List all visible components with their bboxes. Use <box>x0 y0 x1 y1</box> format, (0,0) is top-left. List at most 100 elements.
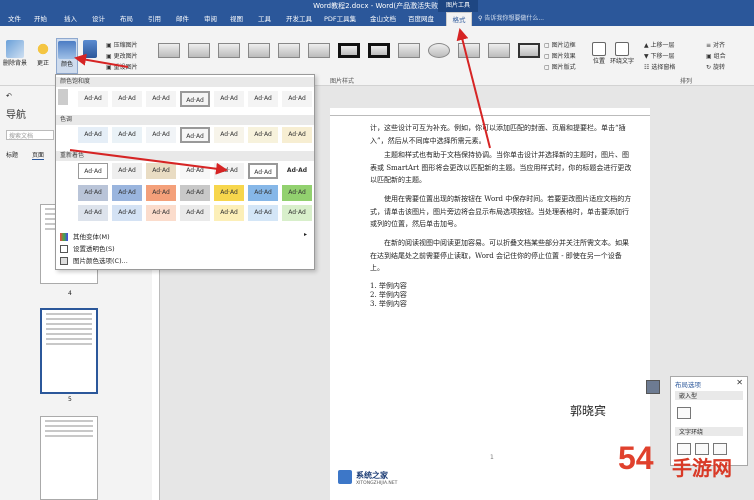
remove-background-button[interactable]: 删除背景 <box>2 40 28 67</box>
tone-5900k[interactable]: Ad·Ad <box>146 127 176 143</box>
horizontal-ruler[interactable] <box>330 108 650 116</box>
picture-style-9[interactable] <box>398 43 420 58</box>
recolor-bw-50[interactable]: Ad·Ad <box>248 163 278 179</box>
tab-mailings[interactable]: 邮件 <box>176 12 189 26</box>
corrections-button[interactable]: 更正 <box>32 40 54 67</box>
recolor-dark-1[interactable]: Ad·Ad <box>78 185 108 201</box>
saturation-66[interactable]: Ad·Ad <box>146 91 176 107</box>
recolor-dark-5[interactable]: Ad·Ad <box>214 185 244 201</box>
picture-style-2[interactable] <box>188 43 210 58</box>
picture-border-button[interactable]: ▢ 图片边框 <box>544 40 576 49</box>
tab-design[interactable]: 设计 <box>92 12 105 26</box>
close-icon[interactable]: ✕ <box>736 378 743 387</box>
recolor-grayscale[interactable]: Ad·Ad <box>112 163 142 179</box>
more-variations-item[interactable]: 其他变体(M) <box>60 231 110 241</box>
picture-style-3[interactable] <box>218 43 240 58</box>
recolor-none[interactable]: Ad·Ad <box>78 163 108 179</box>
saturation-33[interactable]: Ad·Ad <box>112 91 142 107</box>
change-picture-button[interactable]: ▣ 更改图片 <box>106 51 138 60</box>
saturation-200[interactable]: Ad·Ad <box>248 91 278 107</box>
picture-style-8[interactable] <box>368 43 390 58</box>
recolor-dark-2[interactable]: Ad·Ad <box>112 185 142 201</box>
recolor-dark-7[interactable]: Ad·Ad <box>282 185 312 201</box>
picture-layout-button[interactable]: ▢ 图片版式 <box>544 62 576 71</box>
recolor-light-4[interactable]: Ad·Ad <box>180 205 210 221</box>
tab-tools[interactable]: 工具 <box>258 12 271 26</box>
signature-image[interactable]: 郭晓宾 <box>570 402 606 419</box>
picture-style-5[interactable] <box>278 43 300 58</box>
inline-option[interactable] <box>677 407 691 419</box>
tab-references[interactable]: 引用 <box>148 12 161 26</box>
recolor-light-6[interactable]: Ad·Ad <box>248 205 278 221</box>
tone-8800k[interactable]: Ad·Ad <box>248 127 278 143</box>
picture-style-13[interactable] <box>518 43 540 58</box>
picture-style-11[interactable] <box>458 43 480 58</box>
picture-effects-button[interactable]: ▢ 图片效果 <box>544 51 576 60</box>
align-button[interactable]: ≡ 对齐 <box>706 40 725 49</box>
nav-tab-headings[interactable]: 标题 <box>6 150 18 159</box>
saturation-0[interactable]: Ad·Ad <box>78 91 108 107</box>
picture-style-12[interactable] <box>488 43 510 58</box>
picture-color-options-item[interactable]: 图片颜色选项(C)... <box>60 255 128 265</box>
nav-tab-pages[interactable]: 页面 <box>32 150 45 160</box>
tab-insert[interactable]: 插入 <box>64 12 77 26</box>
group-button[interactable]: ▣ 组合 <box>706 51 726 60</box>
page-thumbnail-5[interactable] <box>40 308 98 394</box>
tab-file[interactable]: 文件 <box>8 12 21 26</box>
wrap-text-button[interactable]: 环绕文字 <box>610 42 634 65</box>
recolor-dark-4[interactable]: Ad·Ad <box>180 185 210 201</box>
tone-11200k[interactable]: Ad·Ad <box>282 127 312 143</box>
position-button[interactable]: 位置 <box>590 42 608 65</box>
send-backward-button[interactable]: ▼ 下移一层 <box>644 51 675 60</box>
picture-style-10[interactable] <box>428 43 450 58</box>
saturation-100[interactable]: Ad·Ad <box>180 91 210 107</box>
vertical-ruler[interactable] <box>152 270 160 500</box>
nav-search-input[interactable]: 搜索文档 <box>6 130 54 140</box>
recolor-dark-3[interactable]: Ad·Ad <box>146 185 176 201</box>
picture-style-6[interactable] <box>308 43 330 58</box>
picture-style-7[interactable] <box>338 43 360 58</box>
recolor-light-5[interactable]: Ad·Ad <box>214 205 244 221</box>
tone-7200k[interactable]: Ad·Ad <box>214 127 244 143</box>
tab-kdocs[interactable]: 金山文档 <box>370 12 396 26</box>
reset-picture-button[interactable]: ▣ 重设图片 <box>106 62 138 71</box>
tab-view[interactable]: 视图 <box>230 12 243 26</box>
tab-pdf[interactable]: PDF工具集 <box>324 12 356 26</box>
recolor-light-1[interactable]: Ad·Ad <box>78 205 108 221</box>
saturation-300[interactable]: Ad·Ad <box>282 91 312 107</box>
picture-style-4[interactable] <box>248 43 270 58</box>
send-backward-icon: ▼ <box>644 53 649 60</box>
recolor-sepia[interactable]: Ad·Ad <box>146 163 176 179</box>
tell-me-search[interactable]: ⚲ 告诉我你想要做什么... <box>478 14 568 24</box>
recolor-washout[interactable]: Ad·Ad <box>180 163 210 179</box>
layout-options-button[interactable] <box>646 380 660 394</box>
page-thumbnail-6[interactable] <box>40 416 98 500</box>
tab-developer[interactable]: 开发工具 <box>286 12 312 26</box>
tab-review[interactable]: 审阅 <box>204 12 217 26</box>
selection-pane-button[interactable]: ☷ 选择窗格 <box>644 62 675 71</box>
set-transparent-color-item[interactable]: 设置透明色(S) <box>60 243 115 253</box>
tab-layout[interactable]: 布局 <box>120 12 133 26</box>
compress-pictures-button[interactable]: ▣ 压缩图片 <box>106 40 138 49</box>
bring-forward-button[interactable]: ▲ 上移一层 <box>644 40 675 49</box>
picture-style-1[interactable] <box>158 43 180 58</box>
recolor-bw-25[interactable]: Ad·Ad <box>214 163 244 179</box>
tone-4700k[interactable]: Ad·Ad <box>78 127 108 143</box>
artistic-effects-button[interactable] <box>82 40 98 58</box>
tone-5300k[interactable]: Ad·Ad <box>112 127 142 143</box>
change-picture-label: 更改图片 <box>113 53 138 60</box>
recolor-bw-75[interactable]: Ad·Ad <box>282 163 312 179</box>
recolor-dark-6[interactable]: Ad·Ad <box>248 185 278 201</box>
color-button[interactable]: 颜色 <box>56 38 78 74</box>
recolor-light-2[interactable]: Ad·Ad <box>112 205 142 221</box>
tone-6500k[interactable]: Ad·Ad <box>180 127 210 143</box>
tab-home[interactable]: 开始 <box>34 12 47 26</box>
saturation-133[interactable]: Ad·Ad <box>214 91 244 107</box>
tab-format[interactable]: 格式 <box>446 12 472 26</box>
tab-baidu[interactable]: 百度网盘 <box>408 12 434 26</box>
undo-icon[interactable]: ↶ <box>6 92 12 100</box>
document-page[interactable]: 计，这些设计可互为补充。例如，你可以添加匹配的封面、页眉和提要栏。单击“插入”，… <box>330 116 650 500</box>
recolor-light-7[interactable]: Ad·Ad <box>282 205 312 221</box>
recolor-light-3[interactable]: Ad·Ad <box>146 205 176 221</box>
rotate-button[interactable]: ↻ 旋转 <box>706 62 725 71</box>
